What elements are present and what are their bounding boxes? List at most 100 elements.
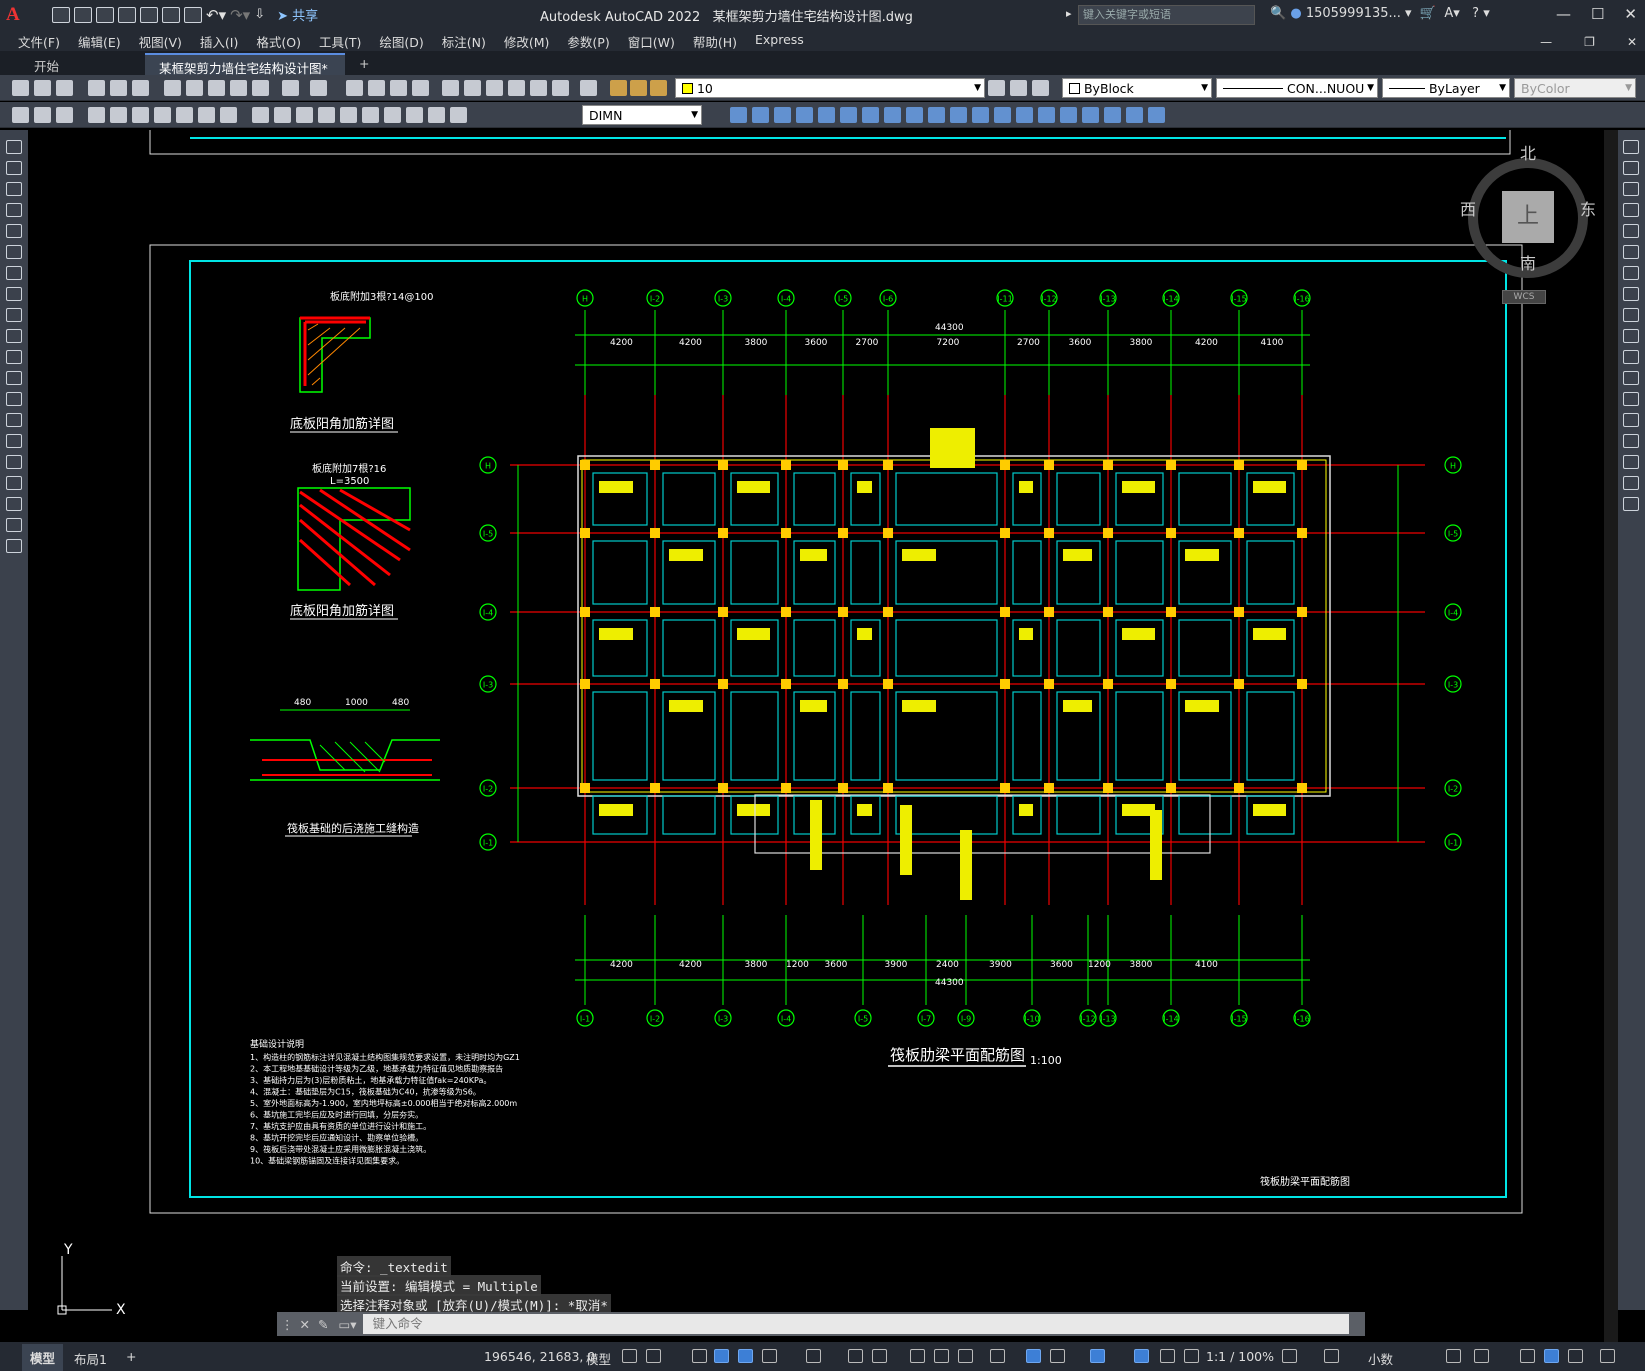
autocad-logo[interactable]: A <box>6 3 32 27</box>
print-icon[interactable] <box>88 80 105 96</box>
hatch-icon[interactable] <box>6 434 22 448</box>
dim-linear-icon[interactable] <box>12 107 29 123</box>
modify-tool-18-icon[interactable] <box>1104 107 1121 123</box>
jogged-linear-icon[interactable] <box>384 107 401 123</box>
markup-icon[interactable] <box>530 80 547 96</box>
modify-tool-20-icon[interactable] <box>1148 107 1165 123</box>
modify-tool-19-icon[interactable] <box>1126 107 1143 123</box>
save-icon[interactable] <box>56 80 73 96</box>
dim-radius-icon[interactable] <box>110 107 127 123</box>
dynamic-input-icon[interactable] <box>714 1349 729 1363</box>
dim-angular-icon[interactable] <box>176 107 193 123</box>
block-icon[interactable] <box>252 80 269 96</box>
layer-off-icon[interactable] <box>610 80 627 96</box>
menu-draw[interactable]: 绘图(D) <box>379 29 423 51</box>
gizmo-icon[interactable] <box>1090 1349 1105 1363</box>
transparency-icon[interactable] <box>934 1349 949 1363</box>
construction-line-icon[interactable] <box>6 161 22 175</box>
menu-file[interactable]: 文件(F) <box>18 29 60 51</box>
cut-icon[interactable] <box>164 80 181 96</box>
zoom-previous-icon[interactable] <box>412 80 429 96</box>
viewcube-face[interactable]: 上 <box>1502 191 1554 243</box>
modify-tool-14-icon[interactable] <box>1016 107 1033 123</box>
dim-ordinate-icon[interactable] <box>88 107 105 123</box>
menu-dimension[interactable]: 标注(N) <box>442 29 486 51</box>
offset-icon[interactable] <box>1623 203 1639 217</box>
tab-start[interactable]: 开始 <box>20 53 145 75</box>
save-as-icon[interactable] <box>118 6 136 23</box>
dim-update-icon[interactable] <box>450 107 467 123</box>
insert-block-icon[interactable] <box>6 371 22 385</box>
polyline-icon[interactable] <box>6 182 22 196</box>
graphics-performance-icon[interactable] <box>1544 1349 1559 1363</box>
modify-tool-10-icon[interactable] <box>928 107 945 123</box>
modify-tool-4-icon[interactable] <box>796 107 813 123</box>
modify-tool-15-icon[interactable] <box>1038 107 1055 123</box>
isolate-objects-icon[interactable] <box>1520 1349 1535 1363</box>
modify-tool-3-icon[interactable] <box>774 107 791 123</box>
plot-icon[interactable] <box>184 6 202 23</box>
arc-icon[interactable] <box>6 245 22 259</box>
explode-icon[interactable] <box>1623 497 1639 511</box>
customization-icon[interactable] <box>1600 1349 1615 1363</box>
import-icon[interactable] <box>140 6 158 23</box>
tool-palette-icon[interactable] <box>486 80 503 96</box>
osnap-icon[interactable] <box>872 1349 887 1363</box>
doc-close-button[interactable]: ✕ <box>1627 32 1637 49</box>
help-icon[interactable]: ? ▾ <box>1464 6 1490 21</box>
menu-edit[interactable]: 编辑(E) <box>78 29 121 51</box>
dim-jogged-icon[interactable] <box>132 107 149 123</box>
annotation-scale[interactable]: 1:1 / 100% <box>1206 1349 1274 1364</box>
annotation-monitor-icon[interactable] <box>1324 1349 1339 1363</box>
maximize-button[interactable]: ☐ <box>1591 5 1604 23</box>
export-icon[interactable] <box>162 6 180 23</box>
user-icon[interactable]: ● <box>1290 6 1301 21</box>
copy-icon[interactable] <box>186 80 203 96</box>
compass-north[interactable]: 北 <box>1520 140 1536 164</box>
search-expand-icon[interactable]: ▸ <box>1066 7 1072 20</box>
move-icon[interactable] <box>1623 245 1639 259</box>
zoom-window-icon[interactable] <box>390 80 407 96</box>
grid-icon[interactable] <box>622 1349 637 1363</box>
layer-current-icon[interactable] <box>1010 80 1027 96</box>
point-icon[interactable] <box>6 413 22 427</box>
center-mark-icon[interactable] <box>340 107 357 123</box>
open-icon[interactable] <box>74 6 92 23</box>
grip-icon[interactable]: ⋮ <box>281 1317 294 1332</box>
ellipse-icon[interactable] <box>6 329 22 343</box>
modify-tool-7-icon[interactable] <box>862 107 879 123</box>
dynamic-ucs-icon[interactable] <box>1026 1349 1041 1363</box>
compass-south[interactable]: 南 <box>1520 250 1536 274</box>
save-icon[interactable] <box>96 6 114 23</box>
add-layout-button[interactable]: + <box>126 1349 136 1364</box>
tab-model[interactable]: 模型 <box>22 1344 64 1371</box>
multiline-text-icon[interactable] <box>6 518 22 532</box>
dim-arc-icon[interactable] <box>56 107 73 123</box>
modify-tool-8-icon[interactable] <box>884 107 901 123</box>
dim-baseline-icon[interactable] <box>220 107 237 123</box>
search-input[interactable]: 键入关键字或短语 <box>1078 5 1255 25</box>
open-icon[interactable] <box>34 80 51 96</box>
auto-scale-icon[interactable] <box>1160 1349 1175 1363</box>
menu-format[interactable]: 格式(O) <box>256 29 301 51</box>
chamfer-icon[interactable] <box>1623 434 1639 448</box>
ellipse-arc-icon[interactable] <box>6 350 22 364</box>
break-icon[interactable] <box>1623 392 1639 406</box>
layer-lock-icon[interactable] <box>650 80 667 96</box>
rotate-icon[interactable] <box>1623 266 1639 280</box>
vertical-scrollbar[interactable] <box>1604 130 1618 1342</box>
compass-east[interactable]: 东 <box>1580 196 1596 220</box>
linetype-dropdown[interactable]: CON...NUOU ▼ <box>1216 78 1378 98</box>
spline-icon[interactable] <box>6 308 22 322</box>
blend-icon[interactable] <box>1623 476 1639 490</box>
new-icon[interactable] <box>52 6 70 23</box>
coordinates[interactable]: 196546, 21683, 0 <box>484 1349 595 1364</box>
inspection-icon[interactable] <box>362 107 379 123</box>
compass-west[interactable]: 西 <box>1460 196 1476 220</box>
undo-icon[interactable]: ↶▾ <box>206 6 226 24</box>
help-icon[interactable] <box>580 80 597 96</box>
match-icon[interactable] <box>230 80 247 96</box>
zoom-icon[interactable] <box>368 80 385 96</box>
tab-layout1[interactable]: 布局1 <box>74 1349 107 1368</box>
add-selected-icon[interactable] <box>6 539 22 553</box>
